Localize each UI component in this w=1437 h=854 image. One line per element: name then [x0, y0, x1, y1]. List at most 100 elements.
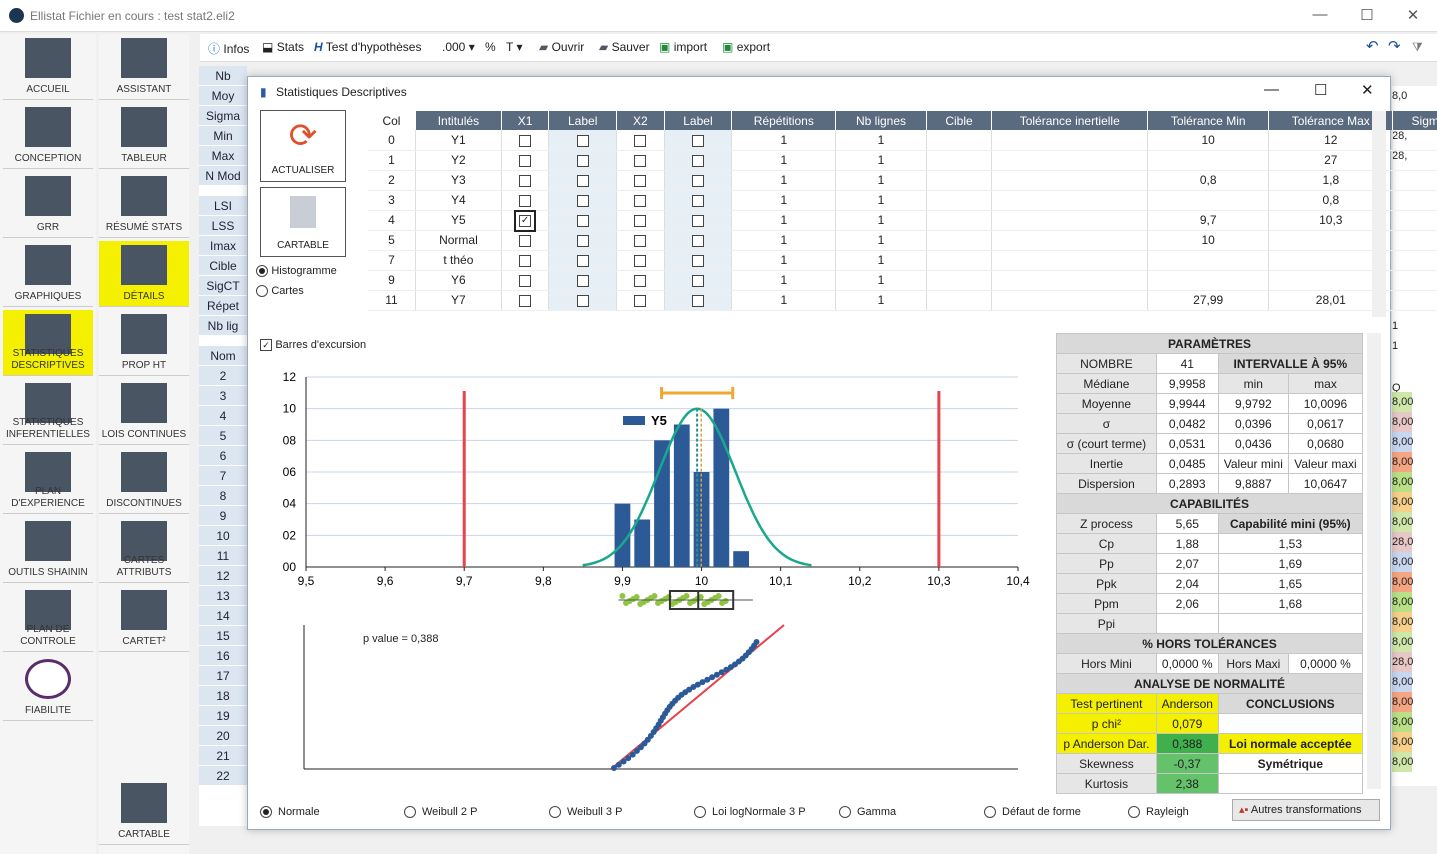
dialog-close-icon[interactable]: ✕: [1361, 81, 1374, 99]
row-checkbox[interactable]: [691, 214, 704, 227]
row-checkbox[interactable]: [691, 294, 704, 307]
undo-icon[interactable]: ↶: [1366, 37, 1379, 55]
radio-button[interactable]: [549, 805, 561, 818]
row-checkbox[interactable]: [634, 234, 647, 247]
params-scrollbar[interactable]: [1367, 333, 1381, 789]
row-checkbox[interactable]: [691, 254, 704, 267]
tests-button[interactable]: H Test d'hypothèses: [314, 40, 421, 54]
radio-off[interactable]: [256, 284, 268, 297]
redo-icon[interactable]: ↷: [1388, 37, 1401, 55]
row-checkbox[interactable]: [634, 174, 647, 187]
radio-button[interactable]: [984, 805, 996, 818]
import-button[interactable]: ▣ import: [659, 40, 707, 54]
row-checkbox[interactable]: [519, 274, 532, 287]
distribution-radio[interactable]: Weibull 3 P: [549, 804, 622, 818]
table-row[interactable]: 5 Normal 1 1 10: [368, 230, 1437, 251]
refresh-button[interactable]: ⟳ ACTUALISER: [260, 110, 346, 182]
table-row[interactable]: 4 Y5 ✓ 1 1 9,7 10,3: [368, 209, 1437, 232]
nav-prop-ht[interactable]: PROP HT: [99, 310, 189, 376]
row-checkbox[interactable]: [576, 234, 589, 247]
row-checkbox[interactable]: [634, 194, 647, 207]
nav-statistiques[interactable]: STATISTIQUES DESCRIPTIVES: [3, 310, 93, 376]
radio-button[interactable]: [1128, 805, 1140, 818]
nav-graphiques[interactable]: GRAPHIQUES: [3, 241, 93, 307]
export-button[interactable]: ▣ export: [722, 40, 770, 54]
table-row[interactable]: 7t théo 1 1: [368, 250, 1437, 271]
row-checkbox[interactable]: [691, 134, 704, 147]
cartable-button[interactable]: CARTABLE: [260, 187, 346, 257]
table-row[interactable]: 3 Y4 1 1 0,8: [368, 190, 1437, 211]
distribution-radio[interactable]: Défaut de forme: [984, 804, 1081, 818]
row-checkbox[interactable]: [576, 154, 589, 167]
nav-plan[interactable]: PLAN D'EXPERIENCE: [3, 448, 93, 514]
nav-home[interactable]: ACCUEIL: [3, 34, 93, 100]
table-row[interactable]: 9 Y6 1 1: [368, 270, 1437, 291]
open-button[interactable]: ▰ Ouvrir: [539, 40, 584, 54]
row-checkbox[interactable]: [691, 274, 704, 287]
table-row[interactable]: 2 Y3 1 1 0,8 1,8: [368, 170, 1437, 191]
row-checkbox[interactable]: [691, 174, 704, 187]
charts-radio[interactable]: Cartes: [256, 283, 304, 297]
nav-details[interactable]: DÉTAILS: [99, 241, 189, 307]
row-checkbox[interactable]: [576, 134, 589, 147]
nav-cartes-attributs[interactable]: CARTES ATTRIBUTS: [99, 517, 189, 583]
row-checkbox[interactable]: [634, 214, 647, 227]
filter-icon[interactable]: ⧩: [1412, 40, 1423, 55]
distribution-radio[interactable]: Normale: [260, 804, 320, 818]
row-checkbox[interactable]: [691, 154, 704, 167]
radio-button[interactable]: [404, 805, 416, 818]
row-checkbox[interactable]: [634, 154, 647, 167]
close-icon[interactable]: ✕: [1403, 6, 1423, 26]
nav-cartable[interactable]: CARTABLE: [99, 779, 189, 845]
row-checkbox[interactable]: [576, 274, 589, 287]
radio-on[interactable]: [256, 264, 268, 277]
nav-conception[interactable]: CONCEPTION: [3, 103, 93, 169]
percent-button[interactable]: %: [485, 40, 496, 54]
nav-resume[interactable]: RÉSUMÉ STATS: [99, 172, 189, 238]
table-scrollbar[interactable]: [1372, 111, 1386, 317]
distribution-radio[interactable]: Weibull 2 P: [404, 804, 477, 818]
row-checkbox[interactable]: [691, 194, 704, 207]
nav-cartet2[interactable]: CARTET²: [99, 586, 189, 652]
row-checkbox[interactable]: [519, 294, 532, 307]
row-checkbox[interactable]: [576, 294, 589, 307]
row-checkbox[interactable]: [576, 174, 589, 187]
infos-button[interactable]: ⓘ Infos: [208, 40, 249, 57]
row-checkbox[interactable]: [519, 254, 532, 267]
row-checkbox[interactable]: [634, 254, 647, 267]
table-row[interactable]: 0 Y1 1 1 10 12: [368, 130, 1437, 151]
row-checkbox[interactable]: [576, 254, 589, 267]
other-transforms-button[interactable]: ▴▪ Autres transformations: [1232, 799, 1380, 821]
nav-inferentielles[interactable]: STATISTIQUES INFERENTIELLES: [3, 379, 93, 445]
nav-plan-controle[interactable]: PLAN DE CONTROLE: [3, 586, 93, 652]
table-row[interactable]: 11 Y7 1 1 27,99 28,01: [368, 290, 1437, 311]
row-checkbox[interactable]: [634, 274, 647, 287]
distribution-radio[interactable]: Loi logNormale 3 P: [694, 804, 806, 818]
nav-grr[interactable]: GRR: [3, 172, 93, 238]
row-checkbox[interactable]: [691, 234, 704, 247]
row-checkbox[interactable]: [519, 134, 532, 147]
nav-tableur[interactable]: TABLEUR: [99, 103, 189, 169]
stats-button[interactable]: ⬓ Stats: [262, 40, 304, 54]
dialog-maximize-icon[interactable]: ☐: [1314, 81, 1327, 99]
nav-fiabilite[interactable]: FIABILITE: [3, 655, 93, 721]
nav-lois[interactable]: LOIS CONTINUES: [99, 379, 189, 445]
minimize-icon[interactable]: —: [1310, 6, 1330, 26]
row-checkbox[interactable]: [519, 154, 532, 167]
nav-discontinues[interactable]: DISCONTINUES: [99, 448, 189, 514]
radio-button[interactable]: [839, 805, 851, 818]
row-checkbox[interactable]: [634, 134, 647, 147]
row-checkbox[interactable]: [519, 194, 532, 207]
row-checkbox[interactable]: [576, 214, 589, 227]
distribution-radio[interactable]: Rayleigh: [1128, 804, 1189, 818]
maximize-icon[interactable]: ☐: [1357, 6, 1377, 26]
distribution-radio[interactable]: Gamma: [839, 804, 896, 818]
histogram-radio[interactable]: Histogramme: [256, 263, 337, 277]
row-checkbox[interactable]: [519, 174, 532, 187]
radio-button[interactable]: [260, 805, 272, 818]
save-button[interactable]: ▰ Sauver: [599, 40, 650, 54]
nav-assistant[interactable]: ASSISTANT: [99, 34, 189, 100]
nav-shainin[interactable]: OUTILS SHAININ: [3, 517, 93, 583]
table-row[interactable]: 1 Y2 1 1 27: [368, 150, 1437, 171]
row-checkbox[interactable]: [576, 194, 589, 207]
